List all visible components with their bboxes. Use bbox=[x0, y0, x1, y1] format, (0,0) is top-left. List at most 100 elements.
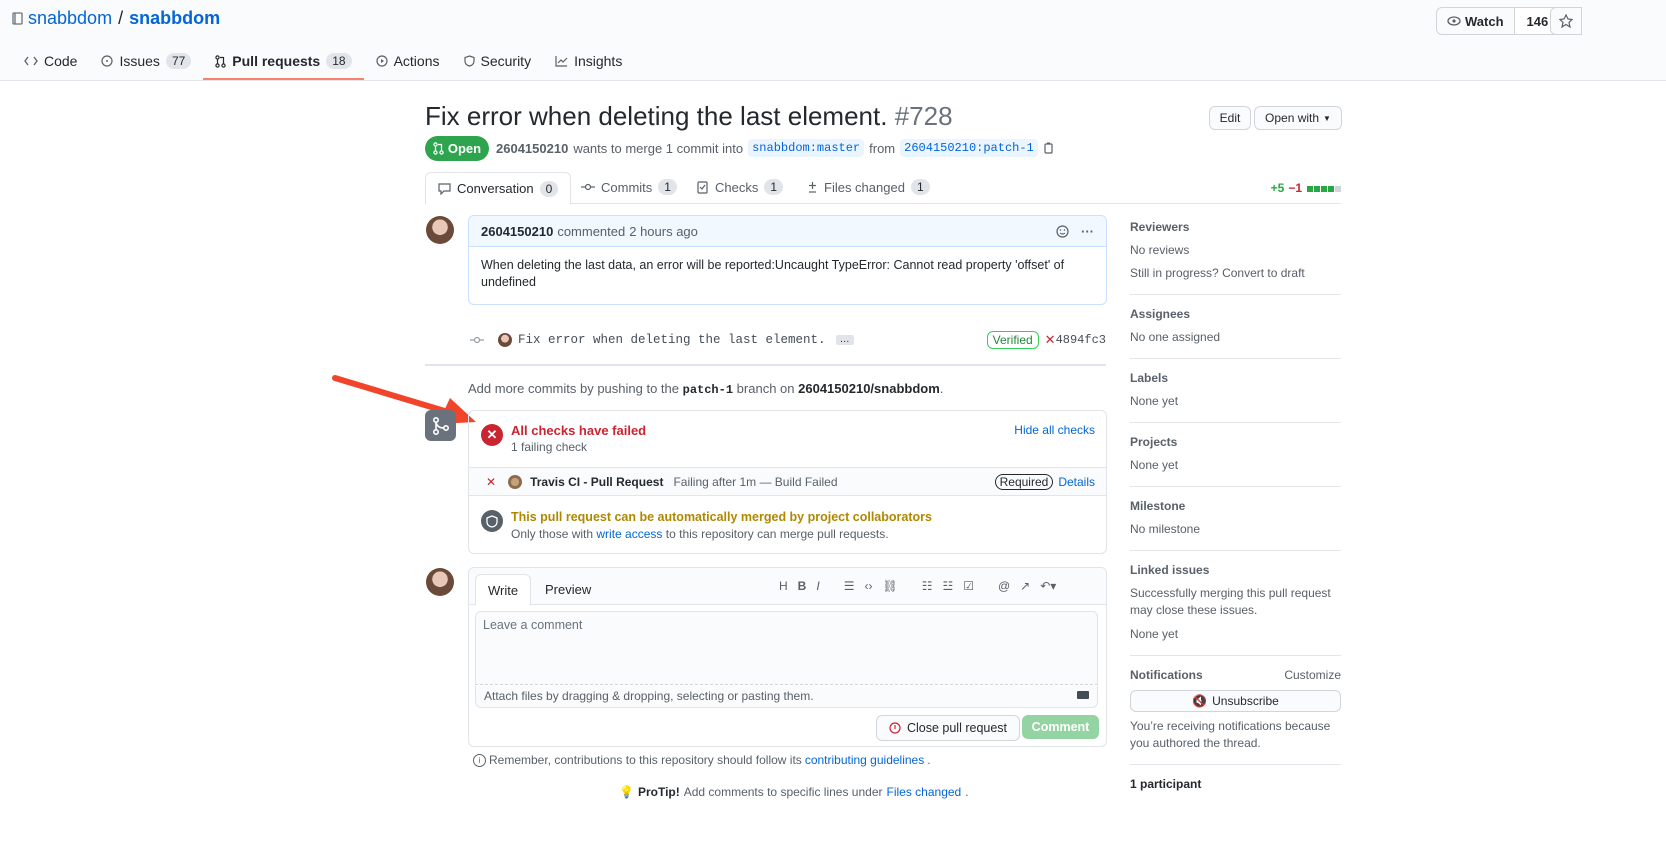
diffstat-blocks bbox=[1306, 181, 1341, 195]
light-bulb-icon: 💡 bbox=[619, 785, 634, 799]
pr-author-link[interactable]: 2604150210 bbox=[496, 141, 568, 156]
avatar[interactable] bbox=[426, 216, 454, 244]
copy-icon[interactable] bbox=[1043, 142, 1054, 154]
projects-heading[interactable]: Projects bbox=[1130, 435, 1341, 449]
commit-expand-button[interactable]: … bbox=[835, 335, 854, 345]
linked-issues-heading[interactable]: Linked issues bbox=[1130, 563, 1341, 577]
tab-insights[interactable]: Insights bbox=[543, 44, 634, 78]
pull-request-icon bbox=[215, 54, 226, 68]
nav-tab-label: Issues bbox=[119, 53, 160, 69]
bold-icon[interactable]: B bbox=[798, 579, 807, 593]
code-icon[interactable]: ‹› bbox=[864, 579, 872, 593]
mention-icon[interactable]: @ bbox=[998, 579, 1010, 593]
pr-state-label: Open bbox=[447, 141, 482, 156]
unsubscribe-button[interactable]: 🔇 Unsubscribe bbox=[1130, 690, 1341, 712]
diffstat-block bbox=[1335, 186, 1341, 192]
contributing-note-post: . bbox=[927, 753, 931, 767]
linked-issues-none: None yet bbox=[1130, 627, 1179, 641]
tab-code[interactable]: Code bbox=[12, 44, 89, 78]
hide-checks-link[interactable]: Hide all checks bbox=[1014, 423, 1095, 437]
customize-link[interactable]: Customize bbox=[1284, 668, 1341, 682]
repo-icon bbox=[12, 11, 23, 25]
ordered-list-icon[interactable]: ☳ bbox=[942, 579, 953, 593]
milestone-heading[interactable]: Milestone bbox=[1130, 499, 1341, 513]
convert-to-draft-link[interactable]: Convert to draft bbox=[1222, 266, 1305, 280]
open-with-button[interactable]: Open with ▼ bbox=[1254, 106, 1342, 130]
tab-preview[interactable]: Preview bbox=[533, 574, 603, 604]
pr-number: #728 bbox=[894, 101, 953, 131]
protip-post: . bbox=[965, 785, 969, 799]
checks-summary: ✕ All checks have failed 1 failing check… bbox=[469, 411, 1106, 468]
avatar[interactable] bbox=[426, 568, 454, 596]
tab-files-changed-count: 1 bbox=[910, 179, 930, 195]
contributing-guidelines-link[interactable]: contributing guidelines bbox=[805, 753, 924, 767]
participants-title: 1 participant bbox=[1130, 777, 1202, 791]
labels-text: None yet bbox=[1130, 394, 1179, 408]
write-access-link[interactable]: write access bbox=[596, 527, 662, 541]
tab-actions[interactable]: Actions bbox=[364, 44, 452, 78]
unordered-list-icon[interactable]: ☷ bbox=[922, 579, 933, 593]
quote-icon[interactable]: ☰ bbox=[844, 579, 855, 593]
cross-reference-icon[interactable]: ↗ bbox=[1020, 579, 1030, 593]
tab-commits[interactable]: Commits 1 bbox=[581, 172, 677, 202]
comment-author[interactable]: 2604150210 bbox=[481, 224, 553, 239]
markdown-icon[interactable] bbox=[1077, 691, 1089, 699]
page-title: Fix error when deleting the last element… bbox=[425, 101, 953, 132]
watch-button[interactable]: Watch bbox=[1437, 8, 1515, 34]
annotation-arrow bbox=[332, 375, 476, 424]
comment-textarea[interactable]: Leave a comment bbox=[475, 611, 1098, 685]
comment-button[interactable]: Comment bbox=[1022, 715, 1099, 739]
nav-tab-label: Pull requests bbox=[232, 53, 321, 69]
attach-files-bar[interactable]: Attach files by dragging & dropping, sel… bbox=[475, 686, 1098, 708]
files-changed-link[interactable]: Files changed bbox=[887, 785, 962, 799]
tab-commits-count: 1 bbox=[658, 179, 677, 195]
task-list-icon[interactable]: ☑ bbox=[963, 579, 974, 593]
tab-write[interactable]: Write bbox=[475, 574, 532, 606]
tab-issues[interactable]: Issues 77 bbox=[89, 44, 203, 78]
labels-heading[interactable]: Labels bbox=[1130, 371, 1341, 385]
sidebar-linked-issues: Linked issues Successfully merging this … bbox=[1130, 563, 1341, 656]
check-details-link[interactable]: Details bbox=[1058, 475, 1095, 489]
travis-avatar bbox=[508, 474, 523, 489]
issue-closed-icon bbox=[889, 722, 901, 734]
x-circle-icon: ✕ bbox=[481, 424, 503, 446]
caret-down-icon: ▼ bbox=[1323, 113, 1331, 123]
kebab-horizontal-icon[interactable]: ··· bbox=[1081, 224, 1094, 239]
italic-icon[interactable]: I bbox=[816, 579, 819, 593]
edit-button[interactable]: Edit bbox=[1209, 106, 1251, 130]
repo-name-link[interactable]: snabbdom bbox=[129, 8, 220, 29]
close-pull-request-label: Close pull request bbox=[906, 721, 1008, 735]
assignees-heading[interactable]: Assignees bbox=[1130, 307, 1341, 321]
verified-badge[interactable]: Verified bbox=[986, 331, 1039, 349]
close-pull-request-button[interactable]: Close pull request bbox=[876, 715, 1020, 741]
heading-icon[interactable]: H bbox=[779, 579, 788, 593]
tab-conversation[interactable]: Conversation 0 bbox=[425, 172, 572, 205]
tab-security[interactable]: Security bbox=[452, 44, 544, 78]
tab-checks[interactable]: Checks 1 bbox=[697, 172, 784, 202]
commit-sha[interactable]: 4894fc3 bbox=[1056, 333, 1106, 347]
projects-title: Projects bbox=[1130, 435, 1178, 449]
star-button[interactable] bbox=[1550, 7, 1582, 35]
pr-from-text: from bbox=[869, 140, 896, 156]
linked-issues-title: Linked issues bbox=[1130, 563, 1210, 577]
breadcrumb-separator: / bbox=[118, 8, 124, 28]
sidebar-reviewers: Reviewers No reviews Still in progress? … bbox=[1130, 220, 1341, 295]
tab-pull-requests[interactable]: Pull requests 18 bbox=[203, 44, 364, 80]
tab-files-changed[interactable]: Files changed 1 bbox=[807, 172, 930, 202]
commit-message-link[interactable]: Fix error when deleting the last element… bbox=[518, 333, 826, 347]
smiley-icon[interactable] bbox=[1056, 224, 1069, 238]
repo-header: snabbdom / snabbdom Watch 146 Code Issues… bbox=[0, 0, 1666, 81]
head-branch[interactable]: 2604150210:patch-1 bbox=[900, 139, 1038, 157]
repo-owner-link[interactable]: snabbdom bbox=[28, 8, 112, 29]
reviewers-heading[interactable]: Reviewers bbox=[1130, 220, 1341, 234]
tab-conversation-label: Conversation bbox=[457, 181, 534, 196]
link-icon[interactable]: ⛓ bbox=[882, 579, 897, 593]
milestone-text: No milestone bbox=[1130, 522, 1201, 536]
commit-author-avatar[interactable] bbox=[498, 333, 512, 347]
comment-time[interactable]: 2 hours ago bbox=[629, 224, 698, 239]
notifications-text: You’re receiving notifications because y… bbox=[1130, 719, 1331, 750]
base-branch[interactable]: snabbdom:master bbox=[748, 139, 865, 157]
x-icon[interactable]: ✕ bbox=[1045, 332, 1056, 348]
merge-permission-post: to this repository can merge pull reques… bbox=[665, 527, 889, 541]
reply-icon[interactable]: ↶▾ bbox=[1040, 579, 1056, 593]
